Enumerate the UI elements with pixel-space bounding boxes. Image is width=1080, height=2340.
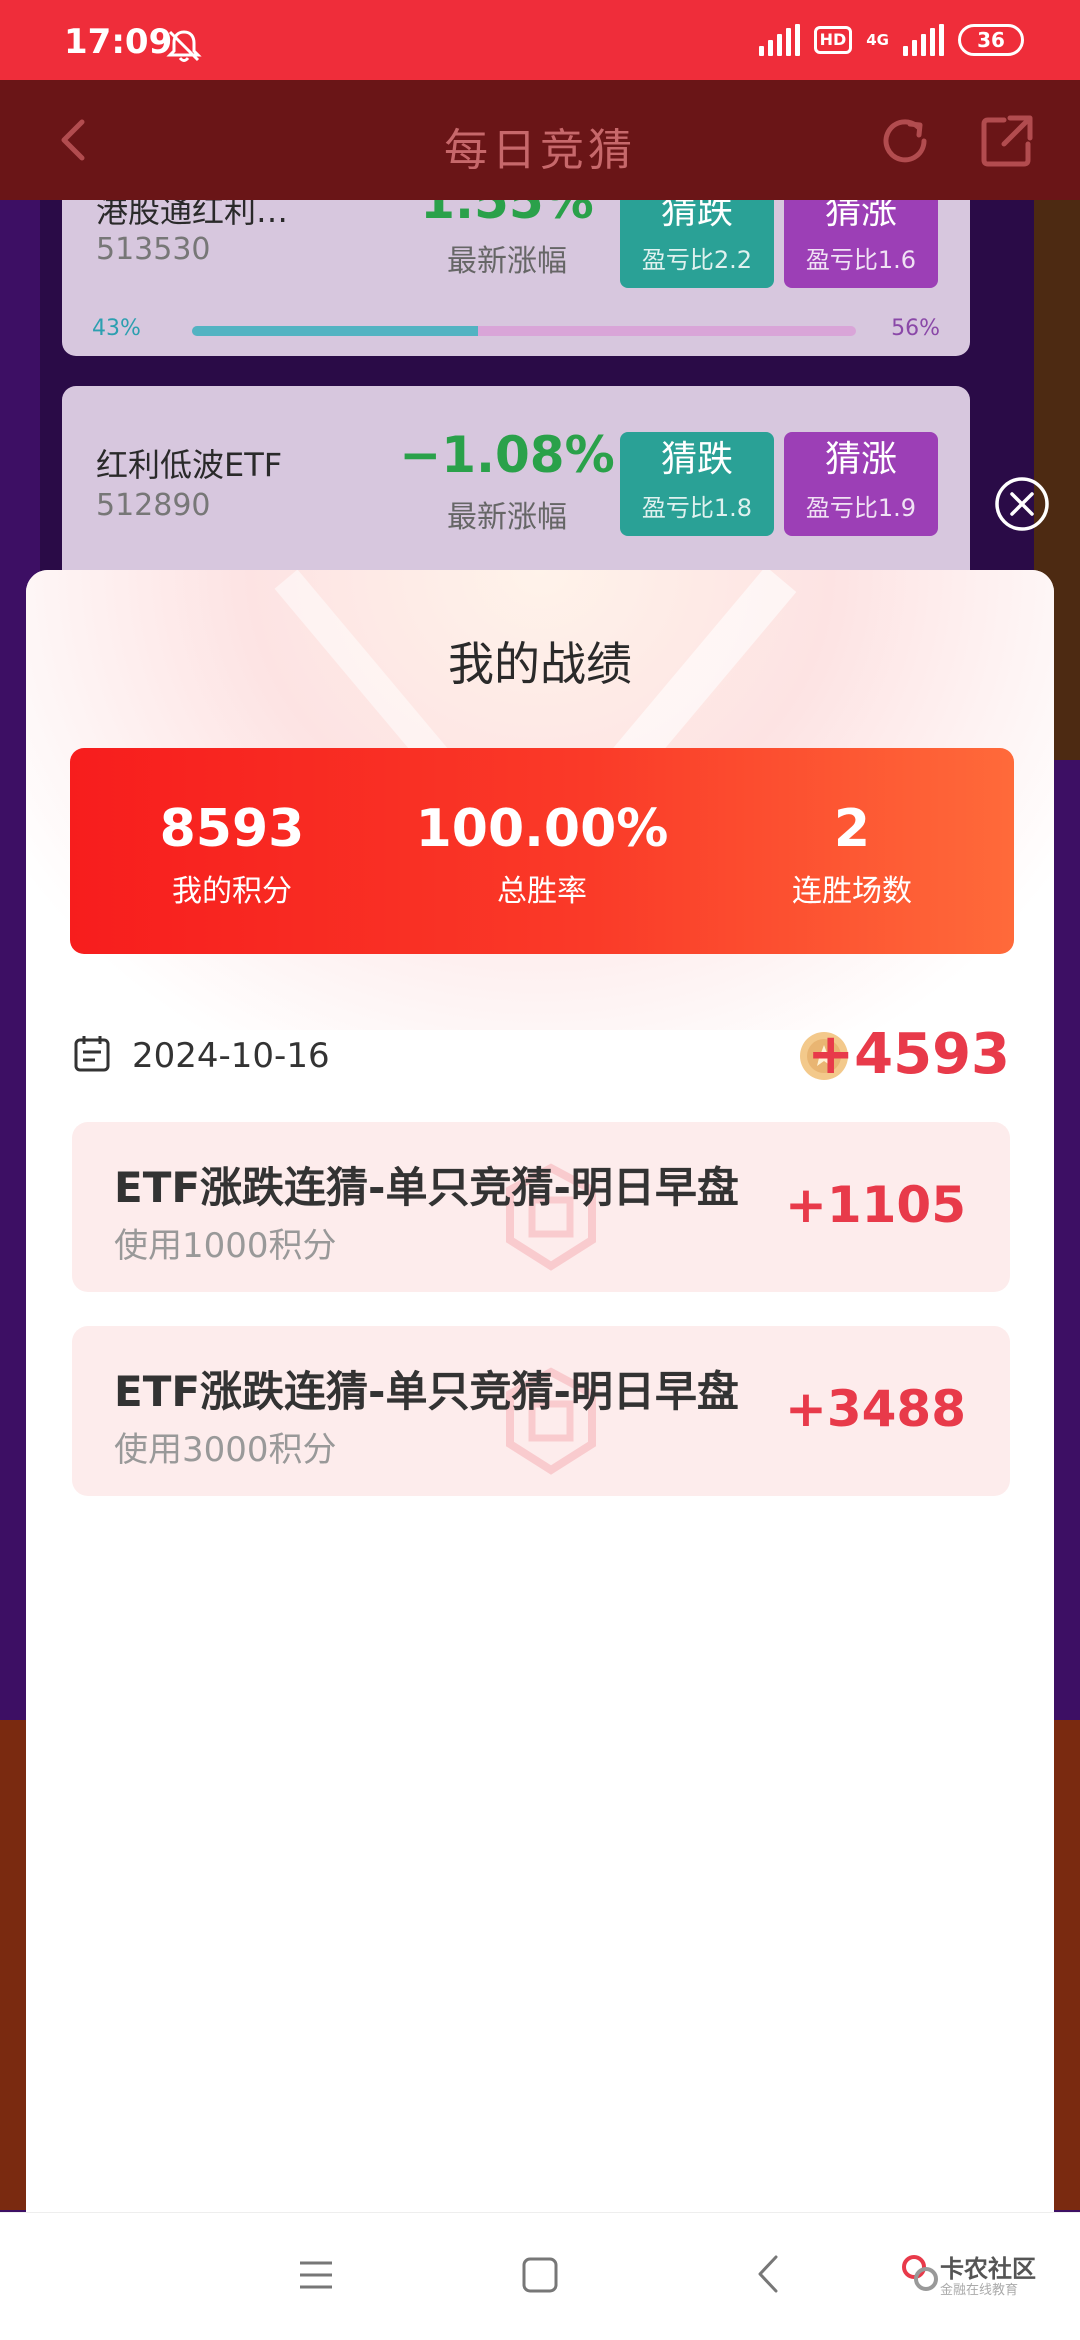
points-value: 8593 — [159, 799, 305, 859]
date-row: 2024-10-16 +4593 — [72, 1022, 1010, 1088]
silent-bell-icon — [166, 30, 202, 62]
etf-code: 513530 — [96, 232, 211, 267]
record-subtitle: 使用3000积分 — [114, 1430, 337, 1470]
etf-name: 港股通红利… — [96, 200, 289, 230]
watermark-logo-icon — [902, 2255, 938, 2291]
home-square-icon[interactable] — [520, 2253, 560, 2297]
calendar-icon — [74, 1036, 110, 1072]
network-type: 4G — [866, 31, 889, 49]
etf-code: 512890 — [96, 488, 211, 523]
guess-down-button[interactable]: 猜跌 盈亏比1.8 — [620, 432, 774, 536]
app-header: 每日竞猜 — [0, 80, 1080, 200]
share-icon[interactable] — [978, 112, 1036, 170]
status-time: 17:09 — [64, 22, 173, 62]
down-percent: 43% — [92, 316, 141, 341]
up-percent: 56% — [891, 316, 940, 341]
signal-icon — [758, 24, 800, 56]
etf-name: 红利低波ETF — [96, 446, 283, 484]
signal-icon-2 — [903, 24, 944, 56]
guess-up-button[interactable]: 猜涨 盈亏比1.6 — [784, 200, 938, 288]
refresh-icon[interactable] — [876, 112, 934, 170]
record-gain: +3488 — [784, 1380, 966, 1438]
vote-bar — [192, 326, 856, 336]
etf-card[interactable]: 红利低波ETF 512890 −1.08% 最新涨幅 猜跌 盈亏比1.8 猜涨 … — [62, 386, 970, 586]
battery-icon: 36 — [958, 24, 1024, 56]
hd-badge: HD — [813, 26, 853, 54]
stat-points: 8593 我的积分 — [82, 798, 382, 910]
winrate-label: 总胜率 — [497, 874, 587, 909]
record-gain: +1105 — [784, 1176, 966, 1234]
stat-streak: 2 连胜场数 — [702, 798, 1002, 910]
modal-title: 我的战绩 — [448, 637, 632, 691]
streak-value: 2 — [833, 799, 871, 859]
record-item[interactable]: ETF涨跌连猜-单只竞猜-明日早盘 使用3000积分 +3488 — [72, 1326, 1010, 1496]
total-gain: +4593 — [807, 1022, 1010, 1087]
close-icon[interactable] — [994, 476, 1050, 532]
nav-back-icon[interactable] — [748, 2251, 788, 2297]
record-title: ETF涨跌连猜-单只竞猜-明日早盘 — [114, 1163, 739, 1212]
my-record-modal: 我的战绩 8593 我的积分 100.00% 总胜率 2 连胜场数 2024-1… — [26, 570, 1054, 2212]
status-bar: 17:09 HD 4G 36 — [0, 0, 1080, 80]
guess-down-button[interactable]: 猜跌 盈亏比2.2 — [620, 200, 774, 288]
watermark-subtext: 金融在线教育 — [940, 2283, 1019, 2298]
record-item[interactable]: ETF涨跌连猜-单只竞猜-明日早盘 使用1000积分 +1105 — [72, 1122, 1010, 1292]
stats-panel: 8593 我的积分 100.00% 总胜率 2 连胜场数 — [70, 748, 1014, 954]
guess-up-button[interactable]: 猜涨 盈亏比1.9 — [784, 432, 938, 536]
streak-label: 连胜场数 — [792, 874, 912, 909]
record-subtitle: 使用1000积分 — [114, 1226, 337, 1266]
record-date: 2024-10-16 — [132, 1036, 330, 1076]
etf-card[interactable]: 港股通红利… 513530 1.55% 最新涨幅 猜跌 盈亏比2.2 猜涨 盈亏… — [62, 200, 970, 356]
points-label: 我的积分 — [172, 874, 292, 909]
recents-menu-icon[interactable] — [296, 2253, 336, 2297]
vote-bar-fill — [192, 326, 478, 336]
winrate-value: 100.00% — [415, 799, 669, 859]
stat-winrate: 100.00% 总胜率 — [392, 798, 692, 910]
system-nav-bar: 卡农社区 金融在线教育 — [0, 2212, 1080, 2340]
record-title: ETF涨跌连猜-单只竞猜-明日早盘 — [114, 1367, 739, 1416]
